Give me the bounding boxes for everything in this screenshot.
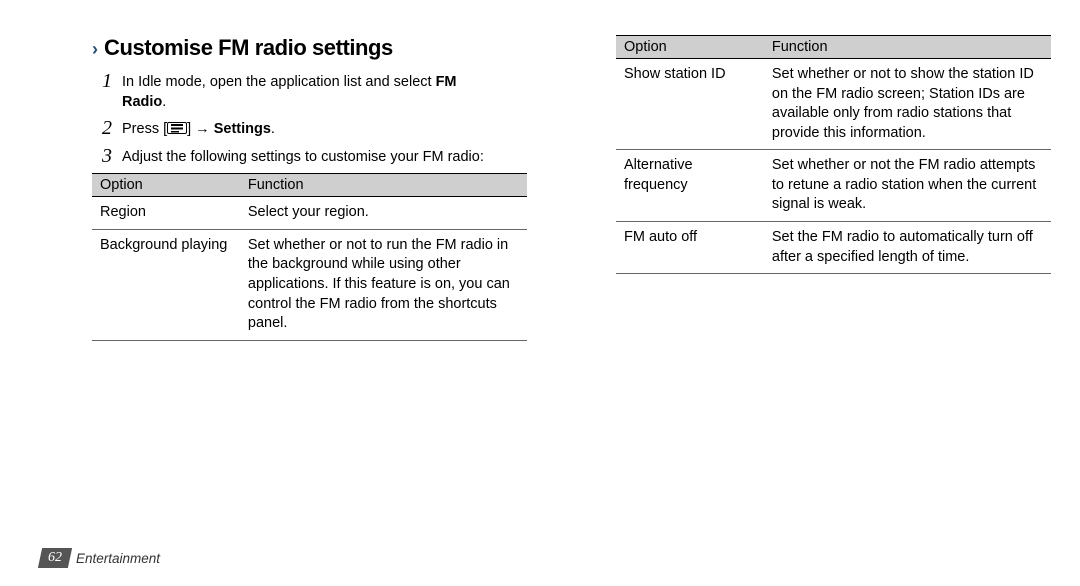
table-row: Region Select your region.: [92, 197, 527, 230]
step-1-bold-fm: FM: [436, 74, 457, 90]
page-root: › Customise FM radio settings 1 In Idle …: [0, 0, 1080, 586]
step-1-text-c: .: [162, 94, 166, 110]
table-row: Show station ID Set whether or not to sh…: [616, 59, 1051, 150]
step-1: 1 In Idle mode, open the application lis…: [92, 71, 527, 112]
left-column: › Customise FM radio settings 1 In Idle …: [92, 35, 527, 341]
step-number: 2: [92, 118, 112, 140]
step-1-text-a: In Idle mode, open the application list …: [122, 74, 436, 90]
page-footer: 62 Entertainment: [40, 548, 160, 568]
step-text: In Idle mode, open the application list …: [122, 71, 527, 112]
page-number-badge: 62: [38, 548, 72, 568]
step-number: 1: [92, 71, 112, 112]
page-number: 62: [48, 550, 62, 566]
table-header-row: Option Function: [92, 174, 527, 197]
cell-function: Set whether or not to run the FM radio i…: [240, 229, 527, 340]
step-number: 3: [92, 146, 112, 168]
heading-text: Customise FM radio settings: [104, 35, 393, 61]
cell-function: Set whether or not to show the station I…: [764, 59, 1051, 150]
right-column: Option Function Show station ID Set whet…: [616, 35, 1051, 274]
section-label: Entertainment: [76, 551, 160, 566]
cell-function: Select your region.: [240, 197, 527, 230]
table-header-row: Option Function: [616, 36, 1051, 59]
th-option: Option: [92, 174, 240, 197]
table-row: Background playing Set whether or not to…: [92, 229, 527, 340]
step-1-bold-radio: Radio: [122, 94, 162, 110]
step-3: 3 Adjust the following settings to custo…: [92, 146, 527, 168]
step-2-text-c: .: [271, 121, 275, 137]
table-row: FM auto off Set the FM radio to automati…: [616, 221, 1051, 273]
step-2-text-a: Press [: [122, 121, 167, 137]
cell-option: Background playing: [92, 229, 240, 340]
step-2: 2 Press [ ] → Settings.: [92, 118, 527, 140]
cell-function: Set the FM radio to automatically turn o…: [764, 221, 1051, 273]
cell-option: FM auto off: [616, 221, 764, 273]
options-table-right: Option Function Show station ID Set whet…: [616, 35, 1051, 274]
th-function: Function: [240, 174, 527, 197]
cell-option: Show station ID: [616, 59, 764, 150]
options-table-left: Option Function Region Select your regio…: [92, 173, 527, 340]
th-function: Function: [764, 36, 1051, 59]
step-text: Press [ ] → Settings.: [122, 118, 527, 140]
cell-function: Set whether or not the FM radio attempts…: [764, 150, 1051, 222]
cell-option: Region: [92, 197, 240, 230]
chevron-right-icon: ›: [92, 40, 98, 58]
table-row: Alternative frequency Set whether or not…: [616, 150, 1051, 222]
cell-option: Alternative frequency: [616, 150, 764, 222]
th-option: Option: [616, 36, 764, 59]
step-2-bold: Settings: [214, 121, 271, 137]
step-3-text: Adjust the following settings to customi…: [122, 146, 527, 168]
section-heading: › Customise FM radio settings: [92, 35, 527, 61]
menu-key-icon: [167, 122, 187, 134]
step-2-text-b: ] →: [187, 121, 214, 137]
